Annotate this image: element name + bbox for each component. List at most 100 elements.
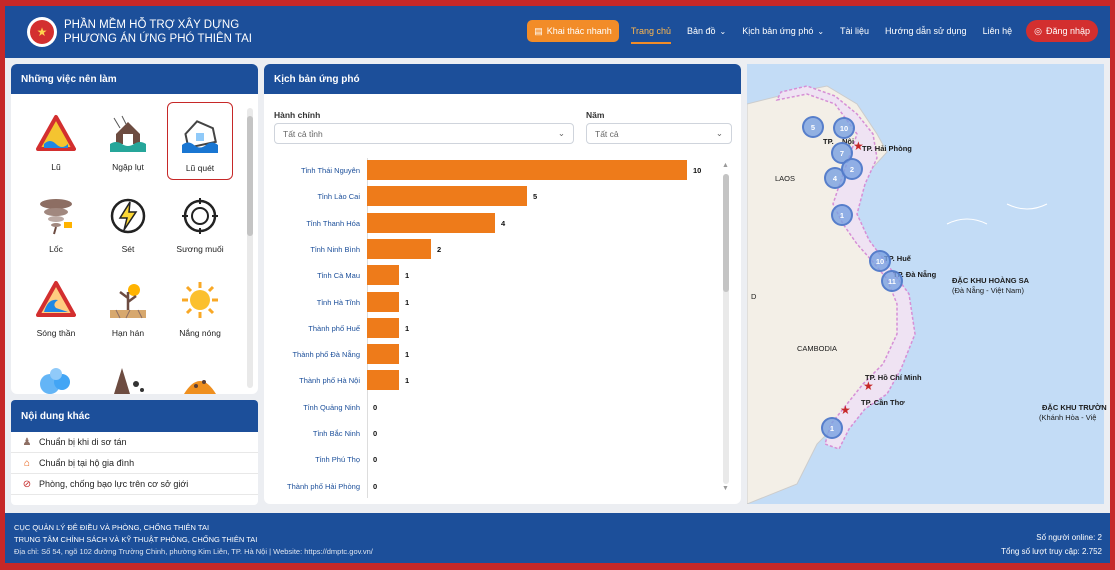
chart-bar[interactable]	[367, 370, 399, 391]
chart-category-label: Thành phố Hải Phòng	[287, 481, 360, 491]
chart-value-label: 1	[405, 376, 410, 386]
chart-scrollbar[interactable]	[723, 174, 729, 484]
footer: CỤC QUẢN LÝ ĐÊ ĐIỀU VÀ PHÒNG, CHỐNG THIÊ…	[5, 513, 1110, 563]
flash-flood-icon	[180, 115, 220, 155]
nav-home[interactable]: Trang chủ	[623, 20, 679, 44]
hazard-tile-more-3[interactable]	[167, 352, 233, 394]
chevron-down-icon: ⌄	[719, 26, 727, 36]
hazard-tile-flash-flood[interactable]: Lũ quét	[167, 102, 233, 180]
chart-value-label: 0	[373, 481, 378, 491]
chart-category-label: Thành phố Đà Nẵng	[292, 350, 360, 360]
chart-categories: Tỉnh Thái Nguyên Tỉnh Lào Cai Tỉnh Thanh H…	[264, 158, 360, 498]
brand-line-2: PHƯƠNG ÁN ỨNG PHÓ THIÊN TAI	[64, 33, 252, 45]
hazard-tile-more-2[interactable]	[95, 352, 161, 394]
map-cluster-marker[interactable]: 10	[869, 250, 891, 272]
quick-access-button[interactable]: ▤ Khai thác nhanh	[527, 20, 619, 42]
chart-scroll-down-icon[interactable]: ▼	[722, 485, 729, 492]
footer-stats: Số người online: 2 Tổng số lượt truy cập…	[1001, 531, 1102, 559]
chart-category-label: Tỉnh Thanh Hóa	[306, 218, 360, 228]
nav-docs[interactable]: Tài liệu	[832, 20, 877, 42]
map-label-truongsa: ĐẶC KHU TRƯỜN	[1042, 403, 1107, 412]
map-cluster-marker[interactable]: 11	[881, 270, 903, 292]
chart-value-label: 1	[405, 350, 410, 360]
chart-bar[interactable]	[367, 186, 527, 207]
footer-address: Địa chỉ: Số 54, ngõ 102 đường Trường Chi…	[14, 547, 373, 556]
province-select[interactable]: Tất cả tỉnh ⌄	[274, 123, 574, 144]
chart-value-label: 10	[693, 166, 702, 175]
footer-info: CỤC QUẢN LÝ ĐÊ ĐIỀU VÀ PHÒNG, CHỐNG THIÊ…	[14, 522, 373, 558]
online-count: Số người online: 2	[1036, 533, 1102, 542]
list-item[interactable]: ⌂ Chuẩn bị tại hộ gia đình	[11, 453, 258, 474]
chart-value-label: 4	[501, 218, 506, 228]
map-view[interactable]: LAOS CAMBODIA D TP. Nội TP. Hải Phòng TP…	[747, 64, 1107, 504]
map-cluster-marker[interactable]: 1	[831, 204, 853, 226]
chart-bar[interactable]	[367, 317, 399, 338]
chart-plot: 10 5 4 2 1 1 1 1 1 0 0 0 0	[367, 158, 707, 498]
scenario-bar-chart: Tỉnh Thái Nguyên Tỉnh Lào Cai Tỉnh Thanh H…	[264, 158, 724, 498]
chart-value-label: 0	[373, 402, 378, 412]
map-cluster-marker[interactable]: 5	[802, 116, 824, 138]
prohibition-icon: ⊘	[22, 478, 32, 490]
other-content-panel: Nội dung khác ♟ Chuẩn bị khi di sơ tán ⌂ C…	[11, 400, 258, 505]
list-item[interactable]: ⊘ Phòng, chống bạo lực trên cơ sở giới	[11, 474, 258, 495]
lightning-icon	[108, 196, 148, 236]
hazard-tile-tornado[interactable]: Lốc	[23, 184, 89, 262]
hazard-tile-lightning[interactable]: Sét	[95, 184, 161, 262]
map-cluster-marker[interactable]: 2	[841, 158, 863, 180]
nav-guide[interactable]: Hướng dẫn sử dụng	[877, 20, 975, 42]
chart-category-label: Tỉnh Hà Tĩnh	[316, 297, 360, 307]
hazard-tile-more-1[interactable]	[23, 352, 89, 394]
hcm-star-icon: ★	[863, 379, 874, 393]
chart-scroll-up-icon[interactable]: ▲	[722, 162, 729, 169]
chart-category-label: Thành phố Huế	[308, 323, 360, 333]
chart-bar[interactable]	[367, 238, 431, 259]
visit-count: Tổng số lượt truy cập: 2.752	[1001, 547, 1102, 556]
chart-category-label: Tỉnh Lào Cai	[317, 192, 360, 202]
hazard-tile-flood[interactable]: Lũ	[23, 102, 89, 180]
map-cluster-marker[interactable]: 1	[821, 417, 843, 439]
footer-org-1: CỤC QUẢN LÝ ĐÊ ĐIỀU VÀ PHÒNG, CHỐNG THIÊ…	[14, 523, 210, 532]
hazard-tile-tsunami[interactable]: Sóng thần	[23, 268, 89, 346]
chart-bar[interactable]	[367, 265, 399, 286]
main-nav: ▤ Khai thác nhanh Trang chủ Bản đồ ⌄ Kịch…	[527, 20, 1098, 44]
footer-org-2: TRUNG TÂM CHÍNH SÁCH VÀ KỸ THUẬT PHÒNG, …	[14, 535, 258, 544]
chart-value-label: 5	[533, 192, 538, 202]
brand-title[interactable]: PHẦN MỀM HỖ TRỢ XÂY DỰNG PHƯƠNG ÁN ỨNG P…	[64, 18, 252, 46]
chart-value-label: 2	[437, 244, 442, 254]
hazard-tile-heatwave[interactable]: Nắng nóng	[167, 268, 233, 346]
drought-icon	[108, 280, 148, 320]
frost-icon	[180, 196, 220, 236]
chart-bar[interactable]	[367, 212, 495, 233]
map-label-hoangsa: ĐẶC KHU HOÀNG SA	[952, 276, 1030, 285]
other-content-title: Nội dung khác	[11, 400, 258, 432]
nav-map[interactable]: Bản đồ ⌄	[679, 20, 734, 42]
chart-category-label: Tỉnh Cà Mau	[317, 271, 360, 281]
map-label-cantho: TP. Cần Thơ	[861, 398, 905, 407]
map-label-haiphong: TP. Hải Phòng	[862, 144, 912, 153]
cantho-star-icon: ★	[840, 403, 851, 417]
nav-contact[interactable]: Liên hệ	[975, 20, 1021, 42]
chart-value-label: 0	[373, 455, 378, 465]
todo-panel: Những việc nên làm Lũ Ngập lụt Lũ quét L…	[11, 64, 258, 394]
year-select[interactable]: Tất cả ⌄	[586, 123, 732, 144]
hazard-tile-drought[interactable]: Hạn hán	[95, 268, 161, 346]
map-cluster-marker[interactable]: 10	[833, 117, 855, 139]
chart-category-label: Thành phố Hà Nội	[299, 376, 360, 386]
nav-scenario[interactable]: Kịch bản ứng phó ⌄	[734, 20, 832, 42]
login-button[interactable]: ◎ Đăng nhập	[1026, 20, 1098, 42]
chart-bar[interactable]	[367, 344, 399, 365]
list-item[interactable]: ♟ Chuẩn bị khi di sơ tán	[11, 432, 258, 453]
family-icon: ♟	[22, 436, 32, 448]
chevron-down-icon: ⌄	[557, 128, 565, 138]
chart-bar[interactable]	[367, 160, 687, 180]
app-frame: ★ PHẦN MỀM HỖ TRỢ XÂY DỰNG PHƯƠNG ÁN ỨNG…	[5, 6, 1110, 563]
user-icon: ◎	[1034, 25, 1042, 36]
logo[interactable]: ★	[27, 17, 57, 47]
hazard-tile-inundation[interactable]: Ngập lụt	[95, 102, 161, 180]
hazard-tile-frost[interactable]: Sương muối	[167, 184, 233, 262]
chart-bar[interactable]	[367, 291, 399, 312]
other-content-list: ♟ Chuẩn bị khi di sơ tán ⌂ Chuẩn bị tại hộ…	[11, 432, 258, 495]
chart-value-label: 0	[373, 429, 378, 438]
tsunami-icon	[36, 280, 76, 320]
todo-scrollbar[interactable]	[247, 108, 253, 388]
